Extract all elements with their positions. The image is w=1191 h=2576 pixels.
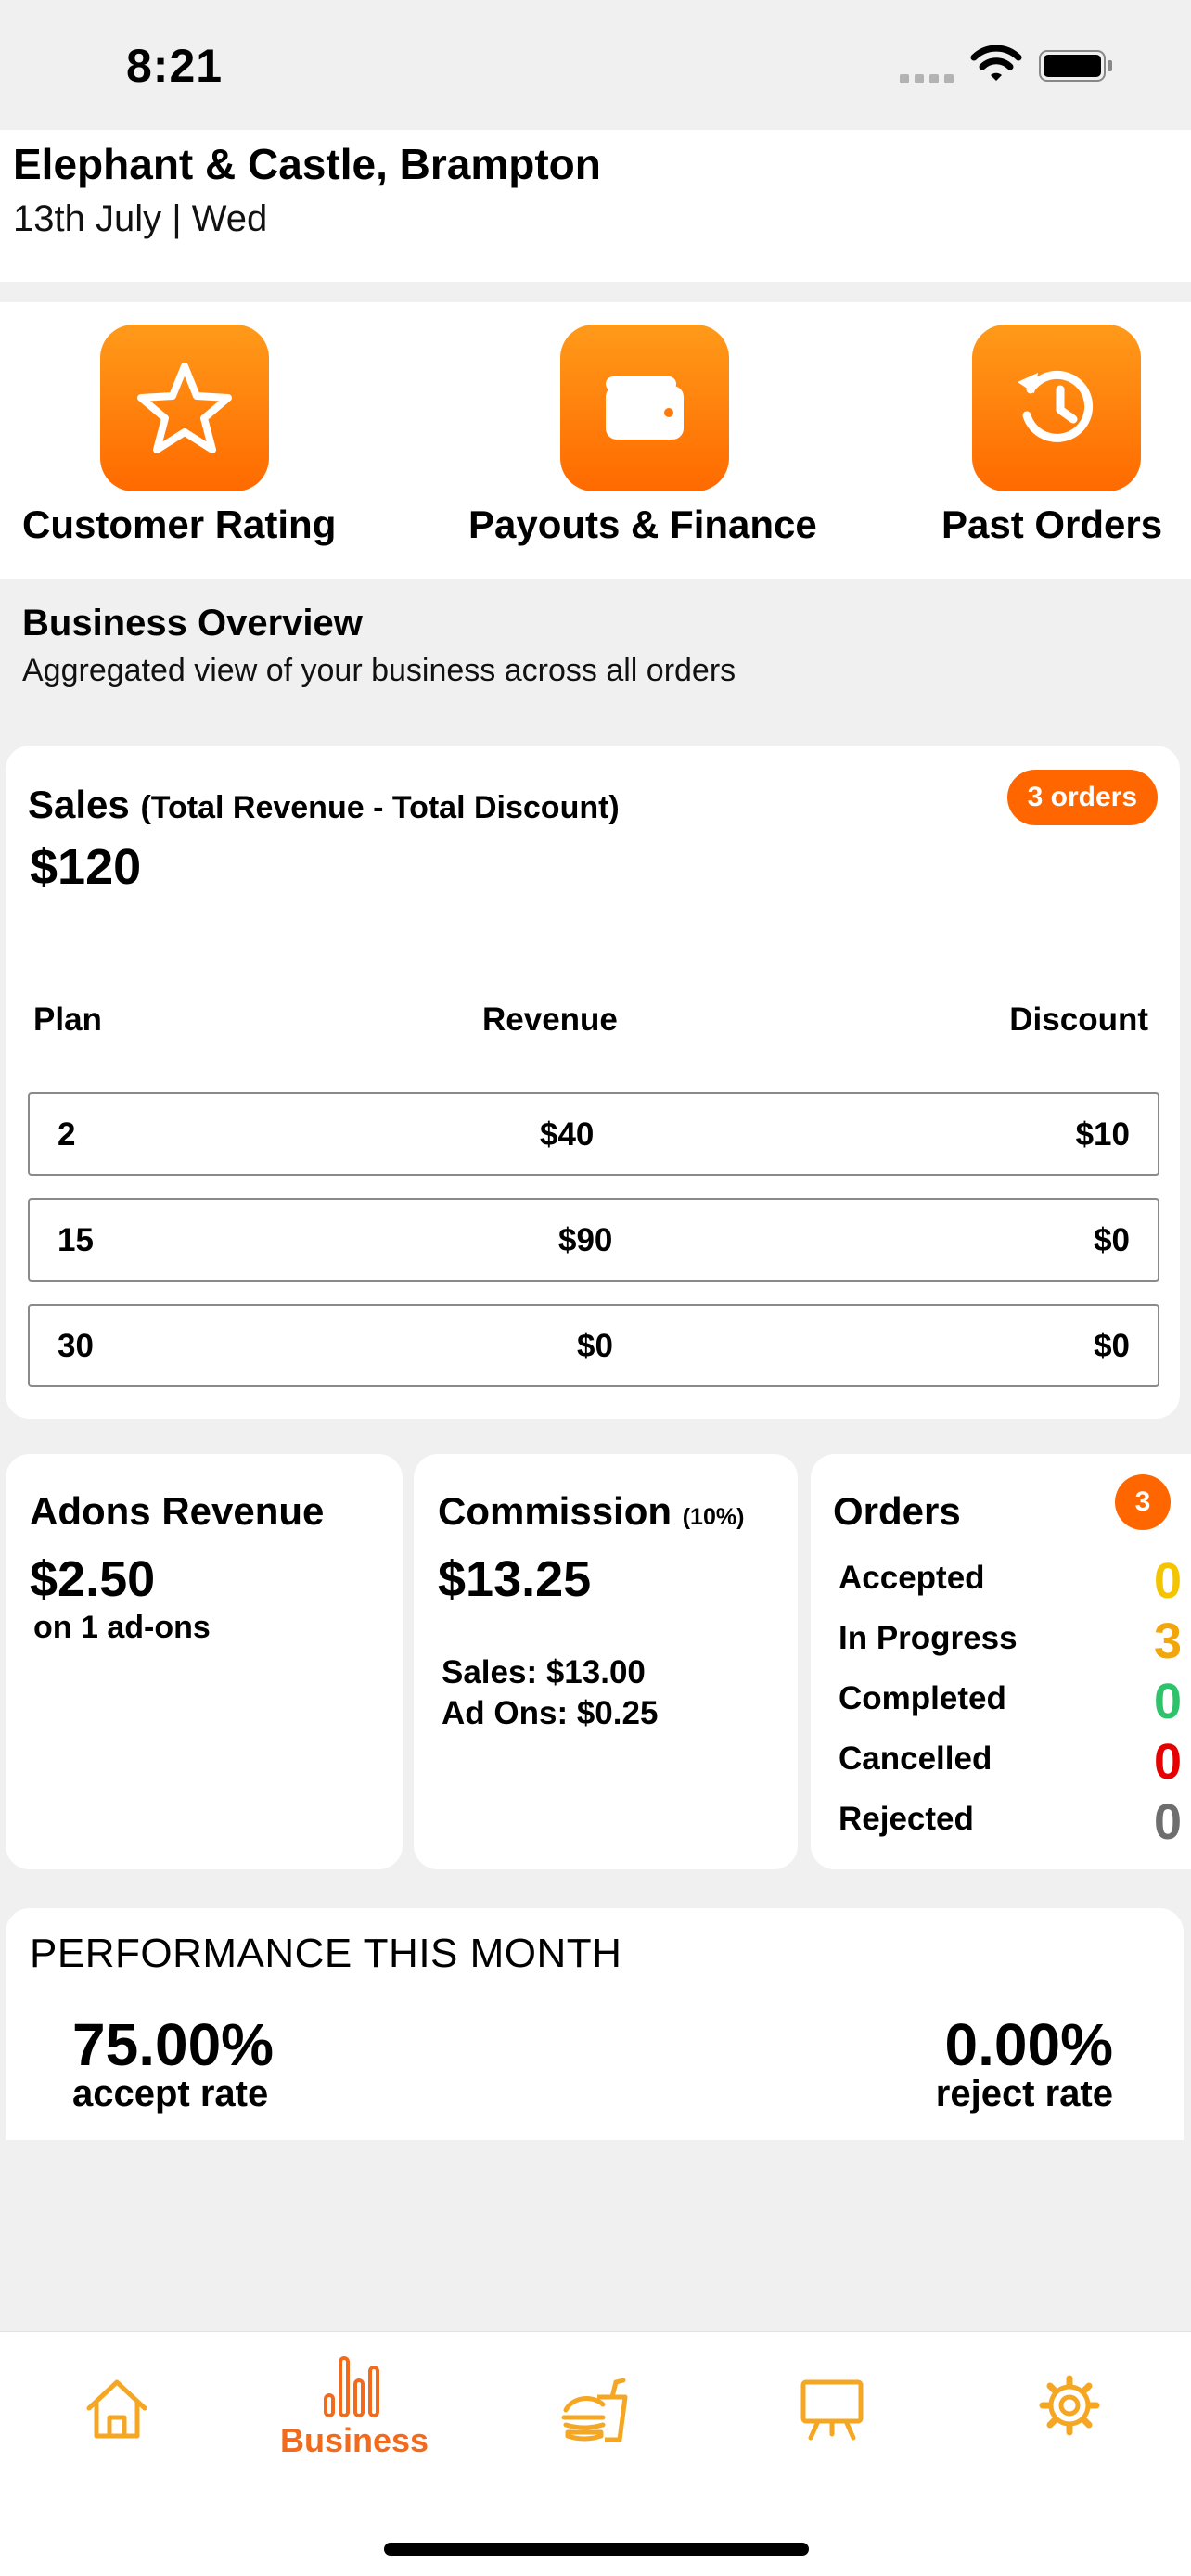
orders-card: Orders 3 Accepted 0 In Progress 3 Comple… [811, 1454, 1191, 1869]
past-orders-label[interactable]: Past Orders [941, 503, 1162, 547]
store-date: 13th July | Wed [13, 198, 268, 239]
food-icon [561, 2378, 628, 2442]
table-row: 15 $90 $0 [28, 1198, 1159, 1282]
presentation-board-icon [800, 2379, 864, 2441]
accept-rate-value: 75.00% [72, 2011, 275, 2078]
commission-card: Commission (10%) $13.25 Sales: $13.00 Ad… [414, 1454, 798, 1869]
customer-rating-button[interactable] [100, 325, 269, 491]
order-status-label: Accepted [839, 1560, 985, 1596]
column-header-revenue: Revenue [482, 1001, 618, 1038]
commission-sales-line: Sales: $13.00 [442, 1654, 646, 1690]
gear-icon [1039, 2375, 1100, 2436]
plan-cell: 2 [58, 1116, 76, 1153]
accept-rate-label: accept rate [72, 2073, 269, 2114]
column-header-discount: Discount [1009, 1001, 1148, 1038]
adons-revenue-amount: $2.50 [30, 1551, 156, 1607]
table-row: 30 $0 $0 [28, 1304, 1159, 1387]
orders-count-badge: 3 [1115, 1474, 1171, 1530]
commission-title: Commission (10%) [438, 1489, 744, 1534]
wallet-icon [606, 376, 684, 440]
order-status-value: 3 [1153, 1613, 1182, 1669]
order-status-label: In Progress [839, 1620, 1018, 1656]
reject-rate-label: reject rate [935, 2073, 1113, 2114]
sales-formula: (Total Revenue - Total Discount) [140, 790, 620, 825]
commission-label: Commission [438, 1489, 672, 1533]
home-icon [86, 2379, 147, 2439]
plan-cell: 15 [58, 1222, 94, 1258]
order-status-completed: Completed 0 [839, 1673, 1182, 1729]
order-status-in-progress: In Progress 3 [839, 1613, 1182, 1669]
customer-rating-label[interactable]: Customer Rating [22, 503, 336, 547]
table-row: 2 $40 $10 [28, 1092, 1159, 1176]
order-status-rejected: Rejected 0 [839, 1793, 1182, 1850]
sales-amount: $120 [30, 839, 142, 895]
business-overview-subtitle: Aggregated view of your business across … [22, 653, 736, 688]
order-status-value: 0 [1153, 1734, 1182, 1790]
commission-amount: $13.25 [438, 1551, 592, 1607]
cellular-signal-icon [900, 74, 957, 85]
sales-label: Sales [28, 783, 130, 826]
tab-business[interactable]: Business [280, 2354, 429, 2460]
reject-rate-value: 0.00% [944, 2011, 1113, 2078]
order-status-value: 0 [1153, 1553, 1182, 1609]
plan-cell: 30 [58, 1328, 94, 1364]
orders-count-badge: 3 orders [1006, 770, 1158, 825]
wifi-icon [970, 45, 1022, 81]
performance-title: PERFORMANCE THIS MONTH [30, 1931, 622, 1976]
status-bar: 8:21 [0, 0, 1191, 130]
status-time: 8:21 [126, 40, 224, 92]
bar-chart-icon [324, 2356, 380, 2417]
battery-icon [1039, 50, 1112, 82]
tab-presentation[interactable] [800, 2377, 864, 2442]
revenue-cell: $40 [540, 1116, 595, 1153]
bottom-tab-bar: Business [0, 2331, 1191, 2576]
tab-settings[interactable] [1039, 2375, 1100, 2436]
payouts-finance-button[interactable] [560, 325, 729, 491]
order-status-value: 0 [1153, 1794, 1182, 1850]
order-status-label: Cancelled [839, 1741, 992, 1777]
tab-food[interactable] [560, 2377, 629, 2443]
payouts-finance-label[interactable]: Payouts & Finance [468, 503, 817, 547]
discount-cell: $0 [1094, 1222, 1130, 1258]
business-overview-title: Business Overview [22, 603, 363, 644]
tab-business-label: Business [280, 2421, 429, 2459]
past-orders-button[interactable] [972, 325, 1141, 491]
discount-cell: $0 [1094, 1328, 1130, 1364]
orders-title: Orders [833, 1489, 961, 1533]
adons-revenue-card: Adons Revenue $2.50 on 1 ad-ons [6, 1454, 403, 1869]
column-header-plan: Plan [33, 1001, 102, 1038]
order-status-accepted: Accepted 0 [839, 1552, 1182, 1609]
performance-card: PERFORMANCE THIS MONTH 75.00% accept rat… [6, 1908, 1184, 2140]
history-icon [1018, 370, 1094, 442]
commission-breakdown: Sales: $13.00 Ad Ons: $0.25 [442, 1652, 658, 1734]
home-indicator[interactable] [384, 2543, 809, 2556]
commission-rate: (10%) [682, 1504, 745, 1530]
adons-count-note: on 1 ad-ons [33, 1610, 211, 1645]
tab-home[interactable] [83, 2377, 150, 2442]
order-status-cancelled: Cancelled 0 [839, 1733, 1182, 1790]
sales-title: Sales (Total Revenue - Total Discount) [28, 783, 620, 827]
store-name: Elephant & Castle, Brampton [13, 140, 601, 188]
order-status-value: 0 [1153, 1674, 1182, 1729]
revenue-cell: $90 [558, 1222, 613, 1258]
sales-card: Sales (Total Revenue - Total Discount) 3… [6, 746, 1180, 1419]
adons-revenue-title: Adons Revenue [30, 1489, 325, 1533]
order-status-label: Completed [839, 1680, 1006, 1716]
commission-adons-line: Ad Ons: $0.25 [442, 1695, 659, 1731]
discount-cell: $10 [1075, 1116, 1130, 1153]
star-icon [137, 363, 232, 453]
revenue-cell: $0 [577, 1328, 613, 1364]
order-status-label: Rejected [839, 1801, 974, 1837]
